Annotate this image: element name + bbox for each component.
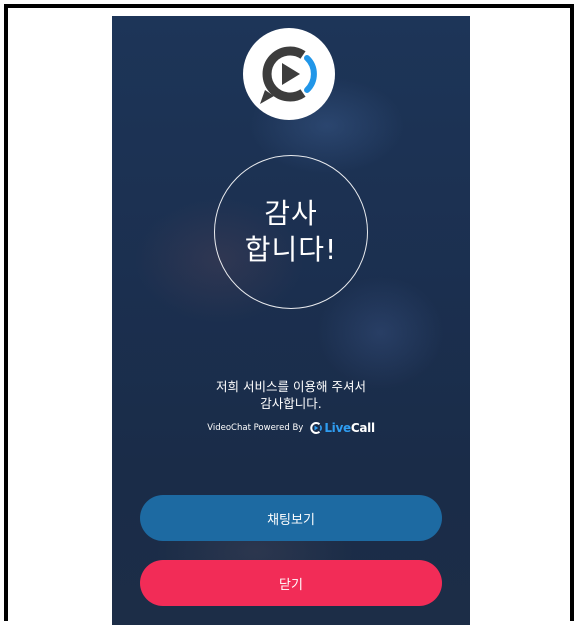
- brand-call-text: Call: [350, 421, 375, 435]
- video-chat-play-logo-icon: [260, 46, 317, 104]
- message-line1: 저희 서비스를 이용해 주셔서: [216, 379, 366, 394]
- view-chat-button[interactable]: 채팅보기: [140, 495, 442, 541]
- livecall-logo-icon: [310, 422, 323, 434]
- thank-you-circle: 감사 합니다!: [214, 155, 368, 309]
- brand-live-text: Live: [324, 421, 351, 435]
- thank-you-title-line1: 감사: [264, 197, 318, 230]
- thank-you-screen: 감사 합니다! 저희 서비스를 이용해 주셔서 감사합니다. VideoChat…: [112, 16, 470, 625]
- thank-you-message: 저희 서비스를 이용해 주셔서 감사합니다.: [112, 378, 470, 412]
- close-button[interactable]: 닫기: [140, 560, 442, 606]
- app-logo: [243, 28, 335, 120]
- thank-you-title-line2: 합니다!: [244, 233, 338, 266]
- message-line2: 감사합니다.: [260, 396, 322, 411]
- powered-by-row: VideoChat Powered By LiveCall: [112, 421, 470, 435]
- powered-by-text: VideoChat Powered By: [207, 423, 304, 433]
- livecall-brand: LiveCall: [324, 421, 375, 435]
